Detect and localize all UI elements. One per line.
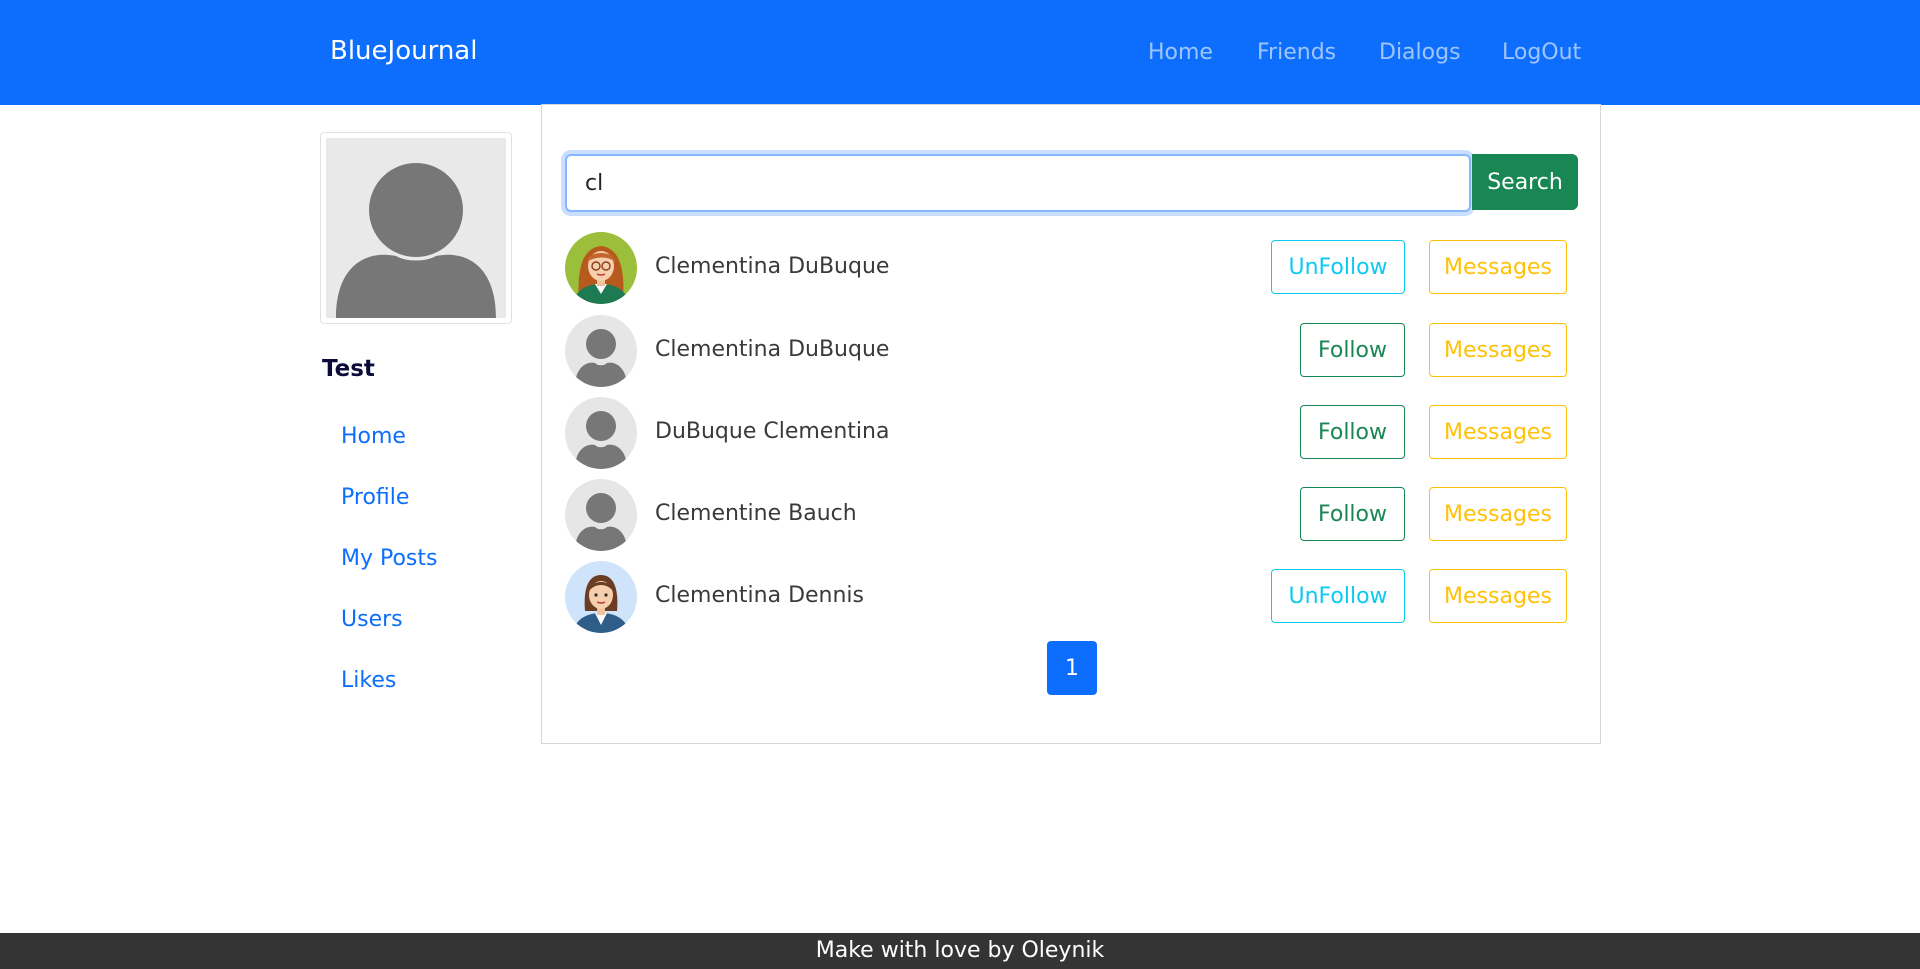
default-avatar-icon[interactable] (565, 315, 637, 387)
brand-logo[interactable]: BlueJournal (330, 36, 477, 66)
user-name[interactable]: Clementina Dennis (655, 583, 864, 608)
messages-button[interactable]: Messages (1429, 323, 1567, 377)
messages-button[interactable]: Messages (1429, 240, 1567, 294)
profile-avatar (320, 132, 512, 324)
sidebar: Test Home Profile My Posts Users Likes (320, 132, 516, 693)
follow-button[interactable]: Follow (1300, 487, 1405, 541)
messages-button[interactable]: Messages (1429, 569, 1567, 623)
messages-button[interactable]: Messages (1429, 405, 1567, 459)
sidebar-item-likes[interactable]: Likes (341, 668, 396, 693)
footer-text: Make with love by Oleynik (815, 938, 1105, 963)
user-row: Clementina DuBuque Follow Messages (565, 315, 1578, 387)
user-name[interactable]: DuBuque Clementina (655, 419, 889, 444)
default-avatar-icon[interactable] (565, 479, 637, 551)
nav-link-friends[interactable]: Friends (1257, 40, 1336, 65)
nav-link-dialogs[interactable]: Dialogs (1379, 40, 1461, 65)
top-navbar: BlueJournal Home Friends Dialogs LogOut (0, 0, 1920, 105)
user-name[interactable]: Clementina DuBuque (655, 337, 889, 362)
sidebar-item-profile[interactable]: Profile (341, 485, 409, 510)
user-row: Clementine Bauch Follow Messages (565, 479, 1578, 551)
pagination-page-button[interactable]: 1 (1047, 641, 1097, 695)
default-avatar-icon (326, 138, 506, 318)
sidebar-item-home[interactable]: Home (341, 424, 406, 449)
users-panel: Search Clementina DuBuque UnFollow Messa… (541, 104, 1601, 744)
nav-link-logout[interactable]: LogOut (1502, 40, 1581, 65)
nav-link-home[interactable]: Home (1148, 40, 1213, 65)
profile-username: Test (322, 356, 375, 382)
sidebar-item-users[interactable]: Users (341, 607, 403, 632)
search-button[interactable]: Search (1472, 154, 1578, 210)
unfollow-button[interactable]: UnFollow (1271, 569, 1405, 623)
user-name[interactable]: Clementine Bauch (655, 501, 857, 526)
user-row: Clementina DuBuque UnFollow Messages (565, 232, 1578, 304)
footer: Make with love by Oleynik (0, 933, 1920, 969)
user-row: DuBuque Clementina Follow Messages (565, 397, 1578, 469)
default-avatar-icon[interactable] (565, 397, 637, 469)
search-input[interactable] (565, 154, 1471, 212)
user-row: Clementina Dennis UnFollow Messages (565, 561, 1578, 633)
follow-button[interactable]: Follow (1300, 405, 1405, 459)
sidebar-item-my-posts[interactable]: My Posts (341, 546, 438, 571)
unfollow-button[interactable]: UnFollow (1271, 240, 1405, 294)
follow-button[interactable]: Follow (1300, 323, 1405, 377)
woman-suit-avatar-icon[interactable] (565, 561, 637, 633)
user-name[interactable]: Clementina DuBuque (655, 254, 889, 279)
woman-glasses-avatar-icon[interactable] (565, 232, 637, 304)
messages-button[interactable]: Messages (1429, 487, 1567, 541)
